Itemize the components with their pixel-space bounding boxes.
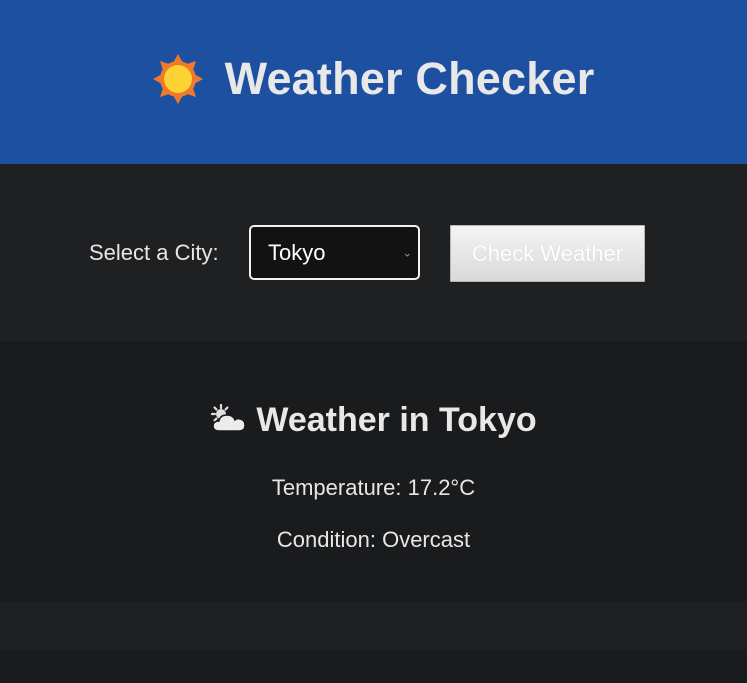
spacer-band — [0, 602, 747, 650]
result-title-prefix: Weather in — [256, 401, 430, 439]
condition-label: Condition: — [276, 527, 376, 552]
check-weather-button[interactable]: Check Weather — [450, 225, 645, 282]
temperature-line: Temperature: 17.2°C — [0, 475, 747, 501]
condition-line: Condition: Overcast — [0, 527, 747, 553]
sun-behind-cloud-icon — [210, 403, 248, 443]
sun-icon — [152, 54, 203, 104]
city-select[interactable]: Tokyo ⌄ — [249, 225, 420, 280]
header-content: Weather Checker — [152, 53, 595, 105]
footer-strip — [0, 650, 747, 683]
chevron-down-icon: ⌄ — [402, 247, 412, 259]
city-select-label: Select a City: — [89, 240, 219, 265]
temperature-label: Temperature: — [271, 475, 402, 500]
result-city: Tokyo — [439, 401, 537, 439]
app-title: Weather Checker — [224, 53, 595, 104]
city-controls: Select a City: Tokyo ⌄ Check Weather — [0, 164, 747, 341]
condition-value: Overcast — [382, 527, 471, 552]
temperature-value: 17.2°C — [407, 475, 476, 500]
app-header: Weather Checker — [0, 0, 747, 164]
weather-result-title: Weather in Tokyo — [0, 401, 747, 443]
weather-result-panel: Weather in Tokyo Temperature: 17.2°C Con… — [0, 341, 747, 602]
city-select-value: Tokyo — [268, 239, 326, 265]
